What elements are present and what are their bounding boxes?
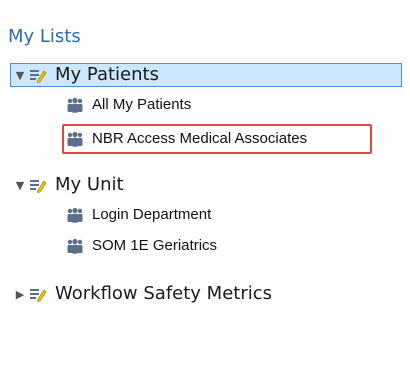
list-item-label: All My Patients <box>92 96 192 113</box>
list-item-label: SOM 1E Geriatrics <box>92 237 218 254</box>
collapse-arrow-icon[interactable]: ▶ <box>14 288 26 301</box>
list-item-label: Login Department <box>92 206 212 223</box>
list-pencil-icon <box>29 176 47 194</box>
list-pencil-icon <box>29 285 47 303</box>
tree-group-my-unit[interactable]: ▼ My Unit <box>14 174 124 196</box>
list-pencil-icon <box>29 66 47 84</box>
panel-title: My Lists <box>8 26 81 47</box>
people-icon <box>66 97 84 113</box>
expand-arrow-icon[interactable]: ▼ <box>14 69 26 82</box>
list-item-all-my-patients[interactable]: All My Patients <box>66 95 191 115</box>
list-item-login-department[interactable]: Login Department <box>66 205 211 225</box>
highlight-annotation-box <box>62 124 372 154</box>
tree-group-workflow-safety-metrics[interactable]: ▶ Workflow Safety Metrics <box>14 283 272 305</box>
list-item-som-1e-geriatrics[interactable]: SOM 1E Geriatrics <box>66 236 217 256</box>
people-icon <box>66 238 84 254</box>
group-label: Workflow Safety Metrics <box>55 283 273 304</box>
my-lists-panel: My Lists ▼ My Patients All My Patients N… <box>0 0 410 389</box>
expand-arrow-icon[interactable]: ▼ <box>14 179 26 192</box>
group-label: My Unit <box>55 174 124 195</box>
group-label: My Patients <box>55 64 159 85</box>
tree-group-my-patients[interactable]: ▼ My Patients <box>14 64 159 86</box>
people-icon <box>66 207 84 223</box>
